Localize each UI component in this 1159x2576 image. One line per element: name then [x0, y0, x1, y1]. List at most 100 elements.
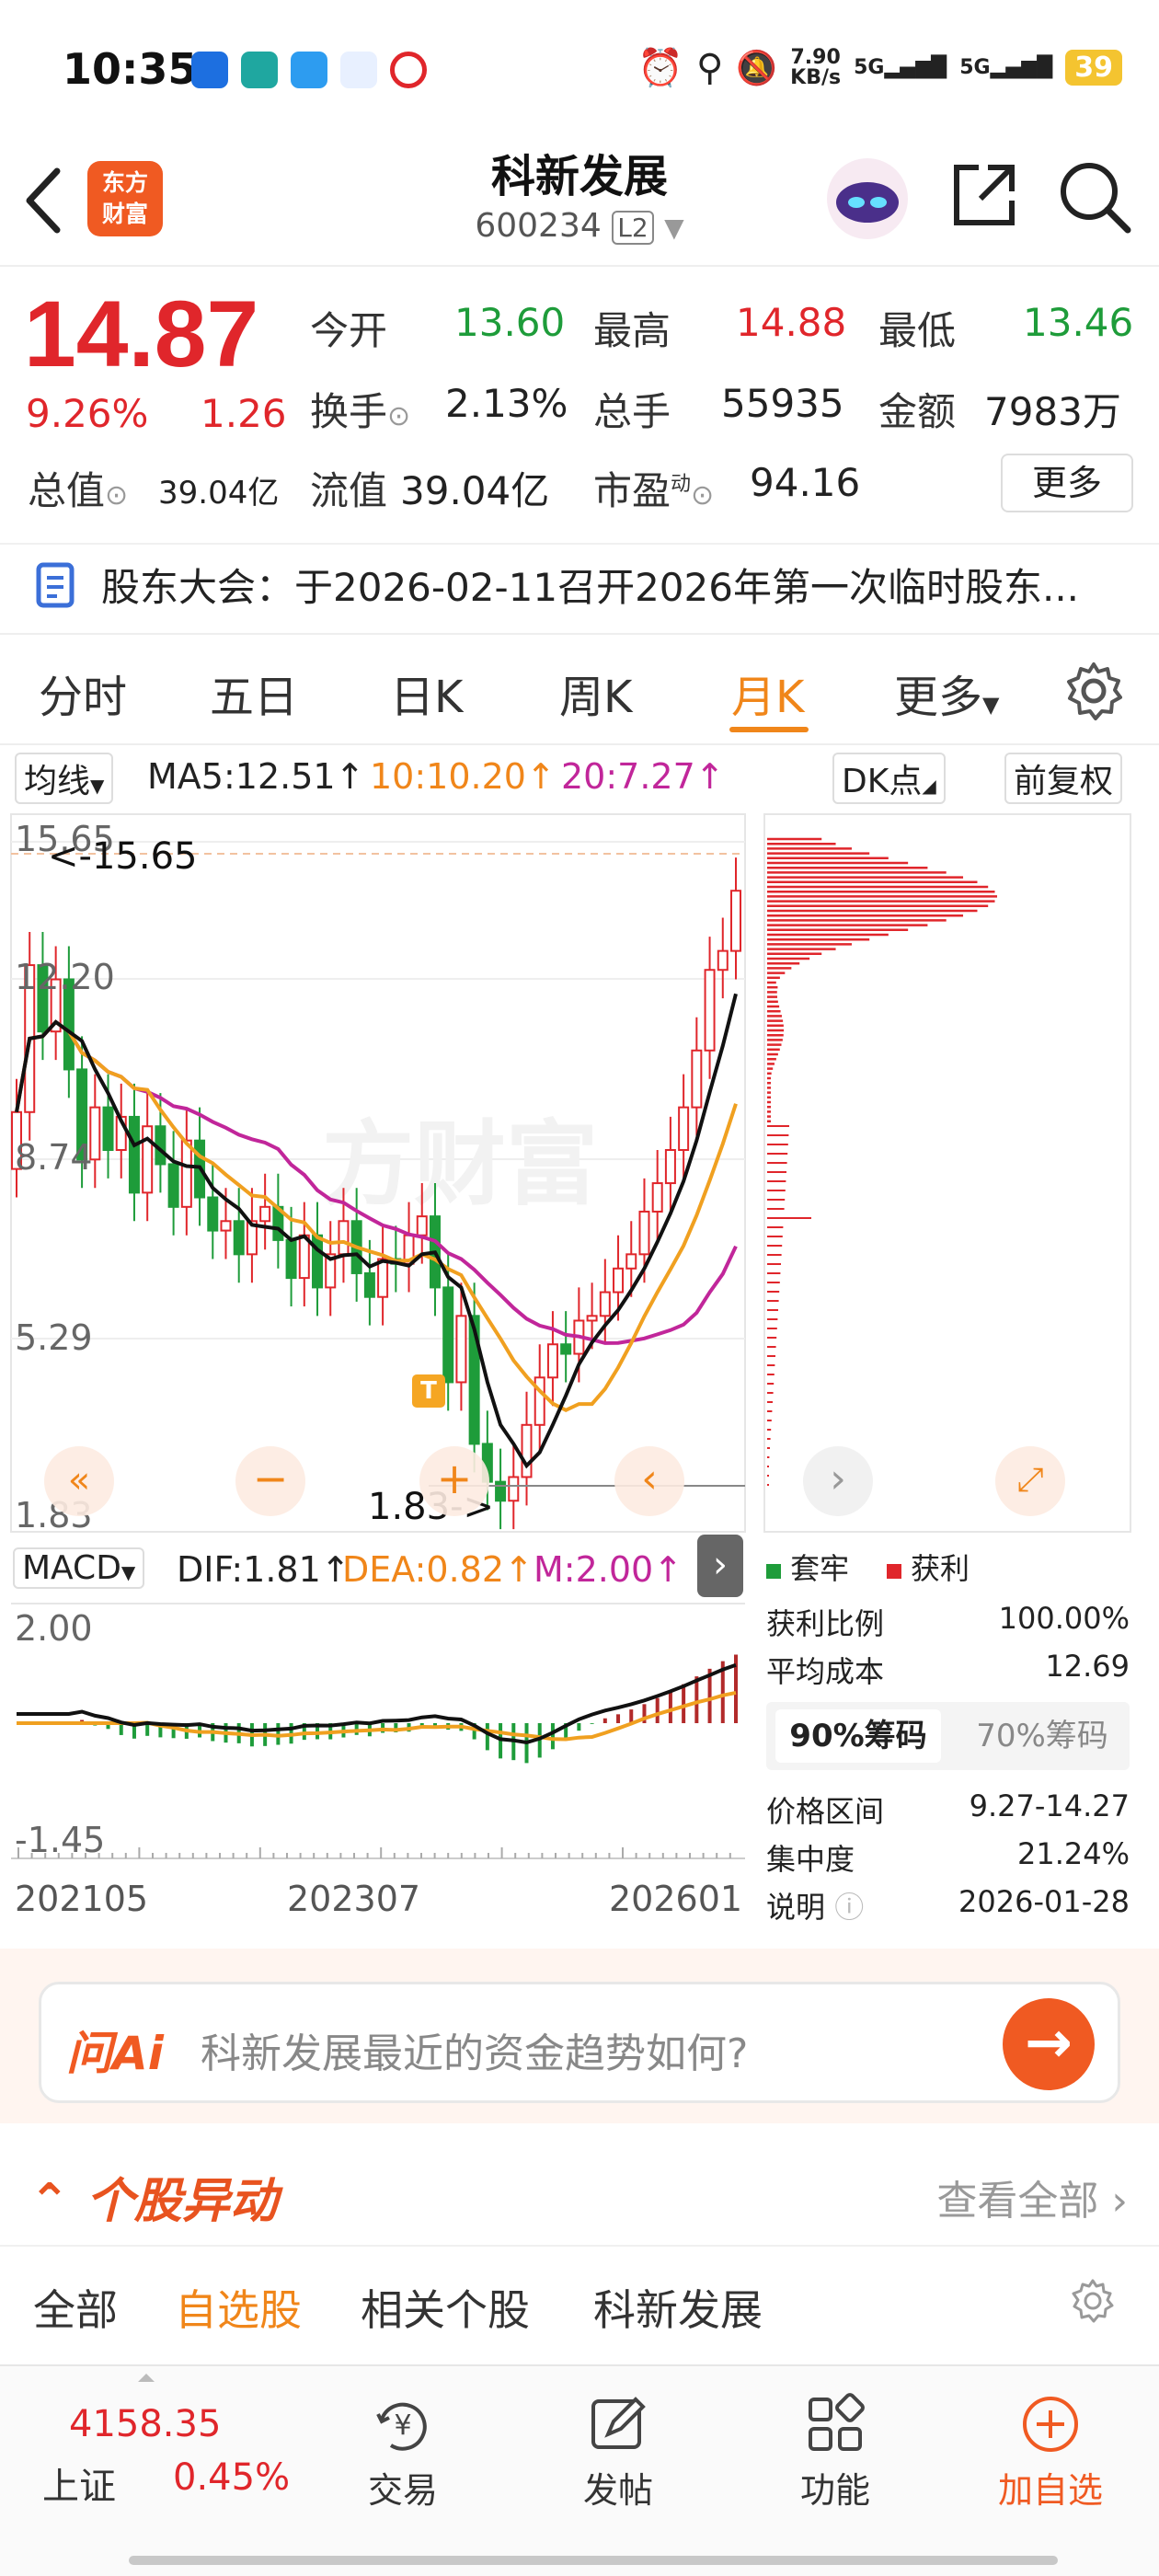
candle-body	[220, 1220, 232, 1232]
y-label-2: 12.20	[15, 957, 115, 997]
movers-tab-watchlist[interactable]: 自选股	[175, 2277, 302, 2338]
tab-more[interactable]: 更多▼	[894, 661, 999, 725]
market-cap-label[interactable]: 总值⊙	[28, 460, 128, 516]
gear-icon[interactable]	[1063, 661, 1124, 721]
zoom-in-icon[interactable]: +	[419, 1446, 489, 1516]
scroll-left-fast-icon[interactable]: «	[44, 1446, 114, 1516]
tab-chip-90[interactable]: 90%筹码	[775, 1709, 941, 1763]
tab-chip-70[interactable]: 70%筹码	[959, 1709, 1125, 1763]
functions-button[interactable]: 功能	[743, 2392, 927, 2513]
pe-label[interactable]: 市盈动⊙	[593, 460, 714, 516]
collapse-arrow-icon[interactable]: ›	[697, 1535, 743, 1597]
svg-text:方财富: 方财富	[322, 1113, 598, 1216]
candle-body	[455, 1315, 467, 1384]
turnover-value: 2.13%	[445, 381, 568, 426]
candle-body	[613, 1267, 625, 1294]
movers-tab-all[interactable]: 全部	[33, 2277, 118, 2338]
chip-legend: 套牢 获利	[766, 1546, 970, 1588]
candle-body	[599, 1291, 611, 1317]
dk-point-selector[interactable]: DK点◢	[832, 753, 946, 804]
map-app-icon	[340, 52, 377, 88]
red-app-icon	[390, 52, 427, 88]
expand-icon[interactable]: ⤢	[995, 1446, 1065, 1516]
high-value: 14.88	[736, 300, 847, 345]
location-icon: ⚲	[696, 46, 724, 89]
candle-body	[142, 1125, 154, 1194]
share-icon[interactable]	[947, 158, 1021, 232]
tab-daily-k[interactable]: 日K	[390, 661, 463, 725]
see-all-link[interactable]: 查看全部 ›	[936, 2168, 1128, 2226]
legend-locked: 套牢	[790, 1551, 850, 1586]
arrow-right-icon[interactable]: →	[1003, 1998, 1095, 2090]
stock-code: 600234	[475, 207, 602, 245]
candle-body	[416, 1215, 428, 1236]
tab-monthly-k[interactable]: 月K	[731, 661, 804, 725]
ma20-value: 20:7.27↑	[561, 756, 725, 797]
chevron-up-icon: ⌃	[29, 2174, 70, 2229]
robot-assistant-icon[interactable]	[823, 155, 912, 243]
volume-label: 总手	[593, 389, 671, 434]
float-cap-label: 流值	[310, 468, 388, 513]
chevron-right-icon: ›	[1111, 2178, 1128, 2225]
boss-app-icon	[241, 52, 278, 88]
more-button[interactable]: 更多	[1001, 454, 1133, 512]
macd-y-top: 2.00	[15, 1608, 93, 1649]
trade-button[interactable]: ¥ 交易	[311, 2392, 495, 2513]
candle-body	[664, 1148, 676, 1185]
level2-badge: L2	[612, 211, 654, 245]
alarm-icon: ⏰	[637, 47, 684, 89]
info-icon: ⊙	[691, 479, 715, 512]
candle-body	[521, 1423, 533, 1478]
tab-weekly-k[interactable]: 周K	[559, 661, 632, 725]
movers-tab-stock[interactable]: 科新发展	[593, 2277, 763, 2338]
locked-color-swatch	[766, 1564, 781, 1579]
y-label-3: 8.74	[15, 1137, 93, 1178]
status-time: 10:35	[63, 44, 198, 94]
ma-selector[interactable]: 均线▼	[15, 753, 114, 804]
tab-five-day[interactable]: 五日	[210, 661, 298, 725]
mute-icon: 🔕	[736, 49, 778, 87]
x-label-3: 202601	[609, 1879, 743, 1919]
ai-question-text[interactable]: 科新发展最近的资金趋势如何?	[201, 2020, 748, 2079]
scroll-left-icon[interactable]: ‹	[614, 1446, 684, 1516]
chevron-down-icon: ▼	[664, 213, 684, 243]
candle-body	[678, 1106, 690, 1151]
caret-up-icon	[138, 2374, 155, 2382]
zoom-out-icon[interactable]: −	[235, 1446, 305, 1516]
candle-body	[102, 1106, 114, 1151]
movers-title[interactable]: ⌃ 个股异动	[29, 2162, 278, 2231]
amount-value: 7983万	[984, 389, 1121, 434]
scroll-right-icon[interactable]: ›	[803, 1446, 873, 1516]
plus-circle-icon	[1023, 2397, 1078, 2452]
index-change[interactable]: 0.45%	[173, 2456, 290, 2499]
movers-tab-related[interactable]: 相关个股	[361, 2277, 530, 2338]
macd-selector[interactable]: MACD▼	[13, 1547, 145, 1589]
macd-m: M:2.00↑	[534, 1549, 683, 1590]
candle-body	[495, 1480, 507, 1502]
candle-body	[207, 1196, 219, 1232]
open-label: 今开	[310, 308, 388, 353]
chip-row-profit-ratio: 获利比例 100.00%	[766, 1601, 1130, 1641]
tab-intraday[interactable]: 分时	[39, 661, 127, 725]
candle-body	[338, 1220, 350, 1256]
chip-row-note[interactable]: 说明 ⓘ 2026-01-28	[766, 1884, 1130, 1926]
chip-row-avg-cost: 平均成本 12.69	[766, 1649, 1130, 1689]
adjust-button[interactable]: 前复权	[1004, 753, 1123, 804]
battery-indicator: 39	[1065, 50, 1122, 86]
index-name[interactable]: 上证	[42, 2456, 116, 2510]
macd-y-bottom: -1.45	[15, 1820, 106, 1860]
add-watchlist-button[interactable]: 加自选	[958, 2392, 1142, 2513]
post-button[interactable]: 发帖	[526, 2392, 710, 2513]
change-amount: 1.26	[201, 391, 287, 436]
grid-apps-icon	[809, 2393, 865, 2451]
turnover-label[interactable]: 换手⊙	[310, 381, 410, 437]
trade-t-badge[interactable]: T	[412, 1374, 445, 1408]
candlestick-chart[interactable]: 方财富	[0, 810, 754, 1536]
high-label: 最高	[593, 308, 671, 353]
index-value[interactable]: 4158.35	[69, 2403, 221, 2445]
candle-body	[651, 1182, 663, 1213]
search-icon[interactable]	[1056, 158, 1133, 236]
caret-down-icon: ▼	[982, 692, 1000, 718]
settings-gear-icon[interactable]	[1070, 2278, 1116, 2324]
ma10-value: 10:10.20↑	[370, 756, 556, 797]
